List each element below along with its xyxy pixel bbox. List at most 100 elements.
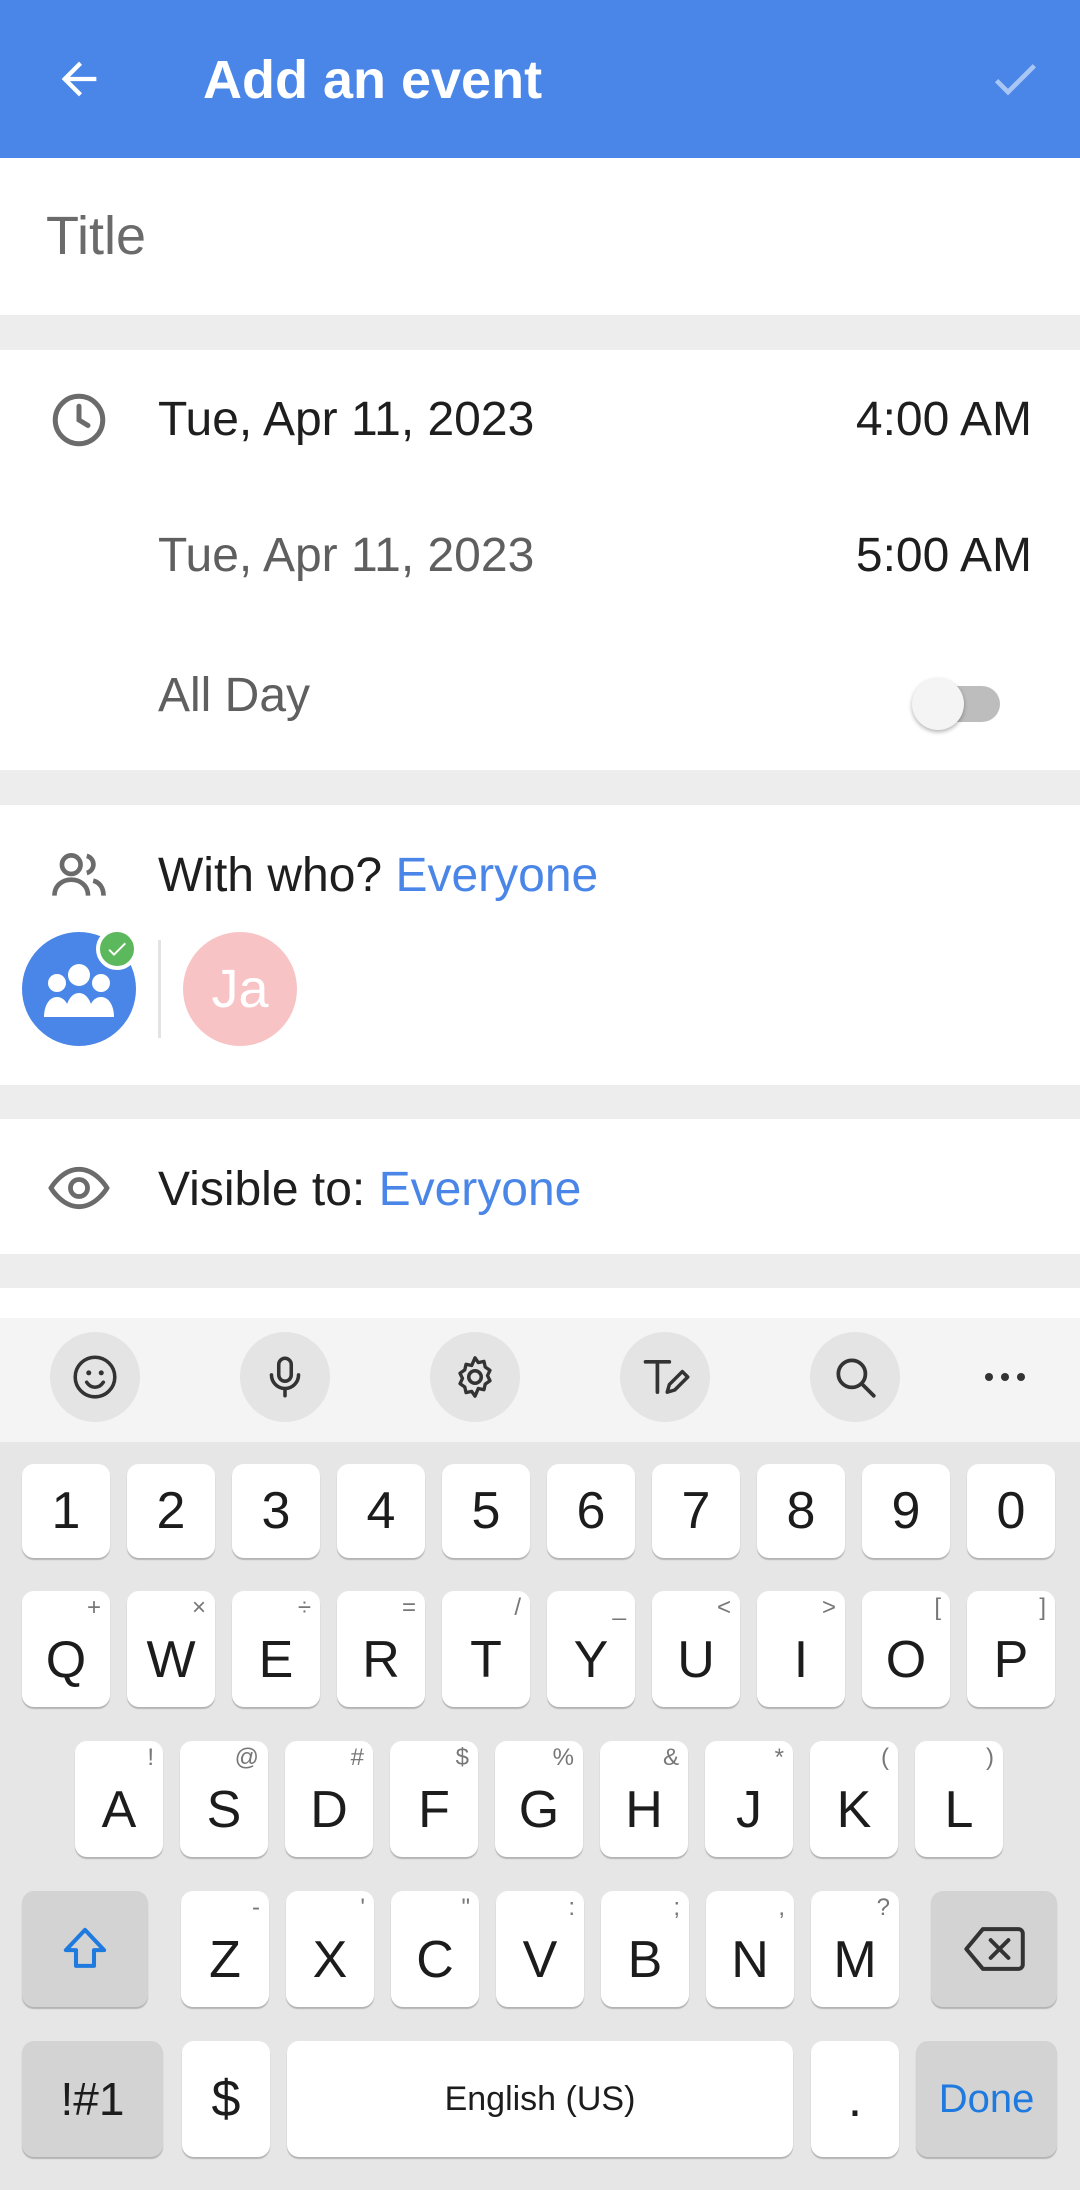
visible-to-value[interactable]: Everyone [379, 1163, 582, 1216]
end-time[interactable]: 5:00 AM [856, 528, 1032, 584]
more-options-button[interactable] [960, 1332, 1050, 1422]
all-day-toggle[interactable] [912, 672, 1004, 730]
key-6[interactable]: 6 [547, 1464, 635, 1558]
visible-to-row[interactable]: Visible to: Everyone [158, 1162, 581, 1218]
key-c[interactable]: " C [391, 1891, 479, 2007]
key-o[interactable]: [O [862, 1591, 950, 1707]
key-hint: ? [876, 1894, 890, 1921]
save-button[interactable] [980, 44, 1050, 114]
key-label: I [793, 1631, 809, 1689]
done-key[interactable]: Done [916, 2041, 1057, 2157]
shift-key[interactable] [22, 1891, 148, 2007]
key-n[interactable]: ,N [706, 1891, 794, 2007]
key-9[interactable]: 9 [862, 1464, 950, 1558]
key-7[interactable]: 7 [652, 1464, 740, 1558]
key-g[interactable]: % G [495, 1741, 583, 1857]
emoji-button[interactable] [50, 1332, 140, 1422]
period-key[interactable]: . [811, 2041, 899, 2157]
key-label: N [731, 1931, 769, 1989]
people-icon [46, 842, 112, 908]
key-8[interactable]: 8 [757, 1464, 845, 1558]
key-label: Y [573, 1631, 609, 1689]
with-who-value[interactable]: Everyone [395, 849, 598, 902]
key-hint: @ [234, 1744, 259, 1771]
key-h[interactable]: & H [600, 1741, 688, 1857]
key-3[interactable]: 3 [232, 1464, 320, 1558]
key-label: X [312, 1931, 348, 1989]
title-input[interactable]: Title [46, 205, 146, 267]
key-k[interactable]: (K [810, 1741, 898, 1857]
key-label: F [418, 1781, 450, 1839]
key-label: D [310, 1781, 348, 1839]
key-label: A [101, 1781, 137, 1839]
end-date[interactable]: Tue, Apr 11, 2023 [158, 528, 534, 584]
key-j[interactable]: * J [705, 1741, 793, 1857]
key-label: J [736, 1781, 762, 1839]
key-hint: # [350, 1744, 364, 1771]
selected-check-badge [96, 928, 138, 970]
app-bar: Add an event [0, 0, 1080, 158]
key-label: R [362, 1631, 400, 1689]
key-z[interactable]: -Z [181, 1891, 269, 2007]
keyboard-settings-button[interactable] [430, 1332, 520, 1422]
search-button[interactable] [810, 1332, 900, 1422]
key-4[interactable]: 4 [337, 1464, 425, 1558]
with-who-label: With who? [158, 849, 383, 902]
key-e[interactable]: ÷ E [232, 1591, 320, 1707]
symbols-key[interactable]: !#1 [22, 2041, 163, 2157]
key-b[interactable]: ; B [601, 1891, 689, 2007]
with-who-row[interactable]: With who? Everyone [158, 848, 598, 904]
key-hint: : [568, 1894, 575, 1921]
key-l[interactable]: ) L [915, 1741, 1003, 1857]
handwriting-icon [643, 1359, 690, 1395]
backspace-key[interactable] [931, 1891, 1057, 2007]
start-date[interactable]: Tue, Apr 11, 2023 [158, 392, 534, 448]
key-hint: " [461, 1894, 470, 1921]
key-label: L [944, 1781, 974, 1839]
key-hint: ÷ [297, 1594, 311, 1621]
currency-key[interactable]: $ [182, 2041, 270, 2157]
keyboard-toolbar [0, 1318, 1080, 1442]
handwriting-button[interactable] [620, 1332, 710, 1422]
voice-input-button[interactable] [240, 1332, 330, 1422]
start-time[interactable]: 4:00 AM [856, 392, 1032, 448]
space-key[interactable]: English (US) [287, 2041, 793, 2157]
key-2[interactable]: 2 [127, 1464, 215, 1558]
key-label: S [206, 1781, 242, 1839]
key-0[interactable]: 0 [967, 1464, 1055, 1558]
key-p[interactable]: ] P [967, 1591, 1055, 1707]
search-icon [836, 1358, 876, 1398]
key-1[interactable]: 1 [22, 1464, 110, 1558]
key-label: U [677, 1631, 715, 1689]
key-t[interactable]: / T [442, 1591, 530, 1707]
key-s[interactable]: @ S [180, 1741, 268, 1857]
key-a[interactable]: ! A [75, 1741, 163, 1857]
key-hint: , [778, 1894, 785, 1921]
key-hint: ; [673, 1894, 680, 1921]
back-button[interactable] [44, 44, 114, 114]
key-label: T [470, 1631, 502, 1689]
all-day-label: All Day [158, 669, 311, 722]
key-v[interactable]: :V [496, 1891, 584, 2007]
key-d[interactable]: # D [285, 1741, 373, 1857]
key-hint: < [716, 1594, 731, 1621]
key-f[interactable]: $ F [390, 1741, 478, 1857]
key-5[interactable]: 5 [442, 1464, 530, 1558]
key-w[interactable]: × W [127, 1591, 215, 1707]
key-r[interactable]: = R [337, 1591, 425, 1707]
key-i[interactable]: > I [757, 1591, 845, 1707]
key-u[interactable]: < U [652, 1591, 740, 1707]
key-x[interactable]: ' X [286, 1891, 374, 2007]
title-card [0, 158, 1080, 315]
key-label: G [518, 1781, 560, 1839]
page-title: Add an event [203, 50, 543, 110]
key-label: H [625, 1781, 663, 1839]
key-label: B [627, 1931, 663, 1989]
key-label: M [833, 1931, 877, 1989]
key-label: Q [45, 1631, 87, 1689]
key-hint: % [552, 1744, 574, 1771]
key-q[interactable]: + Q [22, 1591, 110, 1707]
key-y[interactable]: _ Y [547, 1591, 635, 1707]
member-avatar[interactable]: Ja [183, 932, 297, 1046]
key-m[interactable]: ? M [811, 1891, 899, 2007]
